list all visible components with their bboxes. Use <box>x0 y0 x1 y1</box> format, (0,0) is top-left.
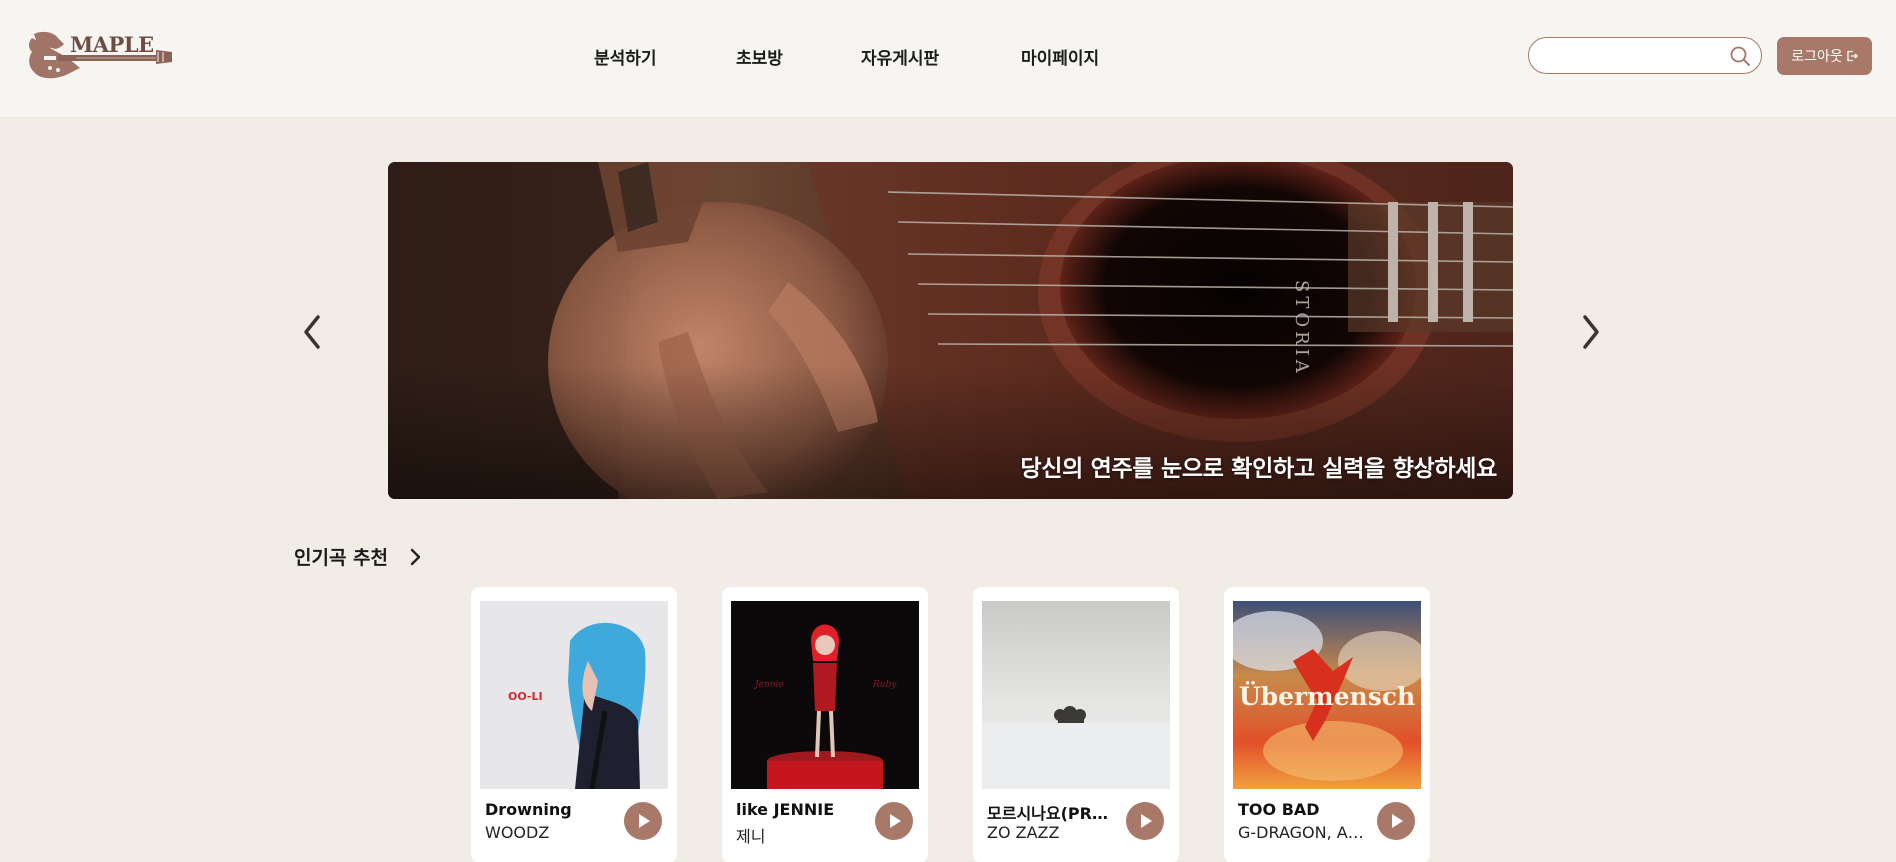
nav-free-board[interactable]: 자유게시판 <box>861 44 939 69</box>
carousel-prev-icon[interactable] <box>296 312 330 352</box>
search-input[interactable] <box>1543 44 1723 66</box>
chevron-right-icon[interactable] <box>406 546 424 568</box>
album-cover: OO-LI <box>480 601 668 789</box>
search-icon[interactable] <box>1729 45 1751 67</box>
play-icon <box>1141 814 1152 828</box>
song-title: like JENNIE <box>736 800 835 819</box>
hero-banner: STORIA 당신의 연주를 눈으로 확인하고 실력을 향상하세요 <box>388 162 1513 499</box>
cover-text-right: Ruby <box>872 680 897 690</box>
song-title: Drowning <box>485 800 572 819</box>
cover-text: Übermensch <box>1239 682 1415 711</box>
play-button[interactable] <box>1126 802 1164 840</box>
cover-text-left: Jennie <box>753 680 784 690</box>
play-icon <box>639 814 650 828</box>
play-icon <box>890 814 901 828</box>
album-cover: Jennie Ruby <box>731 601 919 789</box>
album-cover: Übermensch <box>1233 601 1421 789</box>
carousel-next-icon[interactable] <box>1573 312 1607 352</box>
song-card[interactable]: Jennie Ruby like JENNIE 제니 <box>722 587 928 862</box>
header: MAPLE 분석하기 초보방 자유게시판 마이페이지 로그아웃 <box>0 0 1896 118</box>
nav-mypage[interactable]: 마이페이지 <box>1021 44 1099 69</box>
nav-beginner[interactable]: 초보방 <box>736 44 783 69</box>
play-button[interactable] <box>1377 802 1415 840</box>
song-title: TOO BAD <box>1238 800 1320 819</box>
logout-icon <box>1847 50 1858 62</box>
song-artist: 제니 <box>736 827 766 846</box>
logout-label: 로그아웃 <box>1791 49 1843 65</box>
song-card[interactable]: OO-LI Drowning WOODZ <box>471 587 677 862</box>
play-button[interactable] <box>875 802 913 840</box>
search-box <box>1528 37 1762 74</box>
album-cover <box>982 601 1170 789</box>
logout-button[interactable]: 로그아웃 <box>1777 37 1872 75</box>
song-title: 모르시나요(PROD.ROCOBERRY) <box>987 804 1117 823</box>
play-button[interactable] <box>624 802 662 840</box>
cover-text: OO-LI <box>508 690 543 703</box>
song-artist: ZO ZAZZ <box>987 823 1060 842</box>
song-artist: WOODZ <box>485 823 550 842</box>
section-title-popular: 인기곡 추천 <box>294 547 389 569</box>
song-card[interactable]: Übermensch TOO BAD G-DRAGON, Anderson .P… <box>1224 587 1430 862</box>
song-card[interactable]: 모르시나요(PROD.ROCOBERRY) ZO ZAZZ <box>973 587 1179 862</box>
nav-analyze[interactable]: 분석하기 <box>594 44 657 69</box>
banner-caption: 당신의 연주를 눈으로 확인하고 실력을 향상하세요 <box>1020 456 1497 482</box>
play-icon <box>1392 814 1403 828</box>
song-artist: G-DRAGON, Anderson .Paak <box>1238 823 1368 842</box>
